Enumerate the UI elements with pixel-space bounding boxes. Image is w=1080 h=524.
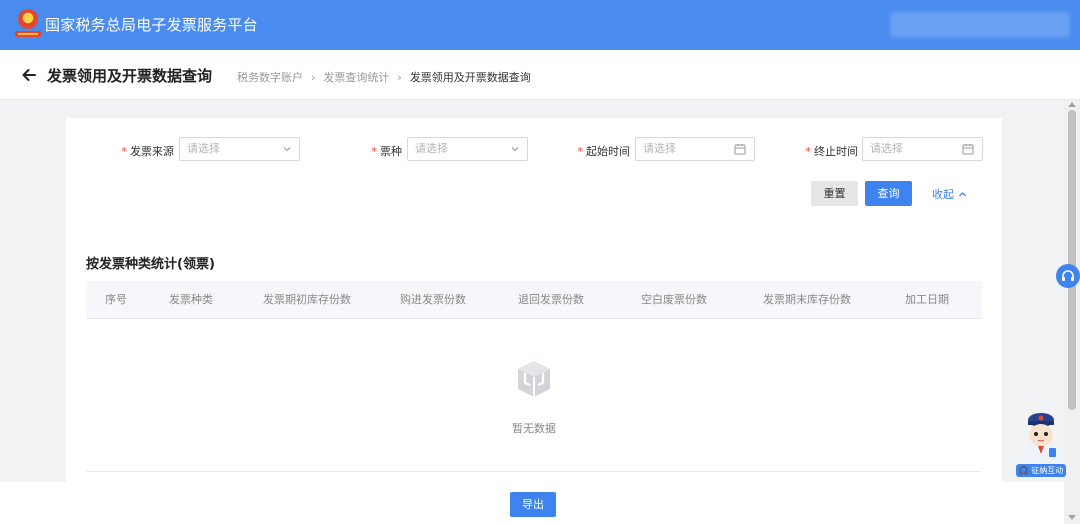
source-select[interactable]: 请选择 xyxy=(179,137,300,161)
chevron-up-icon xyxy=(959,191,966,196)
page-header: 发票领用及开票数据查询 税务数字账户 › 发票查询统计 › 发票领用及开票数据查… xyxy=(0,50,1080,100)
calendar-icon xyxy=(734,144,746,155)
headset-icon xyxy=(1062,270,1074,281)
breadcrumb: 税务数字账户 › 发票查询统计 › 发票领用及开票数据查询 xyxy=(237,69,531,85)
type-select[interactable]: 请选择 xyxy=(407,137,528,161)
column-header: 发票种类 xyxy=(169,293,213,306)
chevron-down-icon xyxy=(511,147,519,152)
table-header: 序号 发票种类 发票期初库存份数 购进发票份数 退回发票份数 空白废票份数 发票… xyxy=(86,281,982,319)
empty-text: 暂无数据 xyxy=(512,422,556,435)
app-title: 国家税务总局电子发票服务平台 xyxy=(45,16,258,34)
column-header: 发票期末库存份数 xyxy=(763,293,851,306)
column-header: 空白废票份数 xyxy=(641,293,707,306)
calendar-icon xyxy=(962,144,974,155)
end-time-picker[interactable]: 请选择 xyxy=(862,137,983,161)
start-time-label: * 起始时间 xyxy=(577,145,631,158)
mascot-label: 🎧 征纳互动 xyxy=(1016,464,1066,477)
user-info-blurred[interactable] xyxy=(890,12,1070,38)
tax-emblem-icon xyxy=(15,9,41,41)
source-label: * 发票来源 xyxy=(121,145,175,158)
customer-service-button[interactable] xyxy=(1056,264,1080,288)
back-arrow-icon[interactable] xyxy=(20,66,38,84)
breadcrumb-separator-icon: › xyxy=(311,70,316,84)
end-time-label: * 终止时间 xyxy=(805,145,859,158)
scroll-up-icon[interactable] xyxy=(1068,102,1076,107)
collapse-label: 收起 xyxy=(932,188,954,201)
scroll-thumb[interactable] xyxy=(1068,110,1076,410)
page-title: 发票领用及开票数据查询 xyxy=(47,67,213,85)
empty-box-icon xyxy=(518,361,550,397)
query-card: * 发票来源 请选择 * 票种 请选择 * 起始时间 请选择 * 终止时间 请选择 重置… xyxy=(66,118,1002,482)
reset-button[interactable]: 重置 xyxy=(811,181,858,206)
column-header: 加工日期 xyxy=(905,293,949,306)
type-label: * 票种 xyxy=(371,145,403,158)
column-header: 序号 xyxy=(105,293,127,306)
table-divider xyxy=(86,471,982,472)
breadcrumb-item-account[interactable]: 税务数字账户 xyxy=(237,69,303,85)
breadcrumb-item-stats[interactable]: 发票查询统计 xyxy=(323,69,389,85)
scrollbar[interactable] xyxy=(1064,100,1080,524)
breadcrumb-separator-icon: › xyxy=(397,70,402,84)
column-header: 购进发票份数 xyxy=(400,293,466,306)
export-button[interactable]: 导出 xyxy=(510,492,556,517)
query-button[interactable]: 查询 xyxy=(865,181,912,206)
start-time-picker[interactable]: 请选择 xyxy=(635,137,755,161)
section-title: 按发票种类统计(领票) xyxy=(86,257,215,272)
column-header: 发票期初库存份数 xyxy=(263,293,351,306)
mascot-assistant[interactable]: 🎧 征纳互动 xyxy=(1016,410,1066,480)
top-bar: 国家税务总局电子发票服务平台 xyxy=(0,0,1080,50)
scroll-down-icon[interactable] xyxy=(1068,515,1076,520)
column-header: 退回发票份数 xyxy=(518,293,584,306)
chevron-down-icon xyxy=(283,147,291,152)
collapse-toggle[interactable]: 收起 xyxy=(932,186,967,202)
breadcrumb-item-current: 发票领用及开票数据查询 xyxy=(409,71,531,84)
mascot-tax-officer-icon xyxy=(1028,413,1056,464)
